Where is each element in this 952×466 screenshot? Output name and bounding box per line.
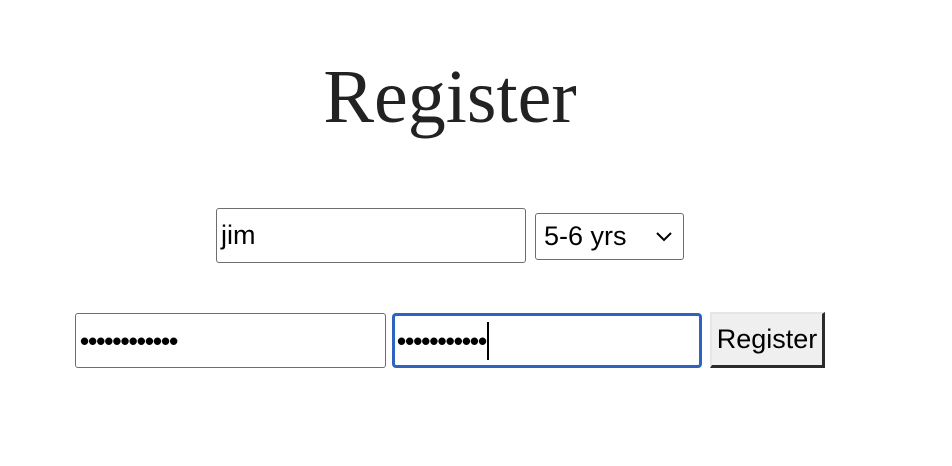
password-input[interactable]: •••••••••••• [75,313,386,368]
experience-selected-value: 5-6 yrs [544,221,627,251]
register-button[interactable]: Register [710,312,825,368]
confirm-password-masked-value: ••••••••••• [397,325,487,356]
experience-select[interactable]: 5-6 yrs [535,213,684,260]
confirm-password-input[interactable]: ••••••••••• [392,313,702,368]
password-masked-value: •••••••••••• [80,325,178,356]
username-input[interactable]: jim [216,208,526,263]
chevron-down-icon [656,231,672,241]
page-title: Register [323,55,577,139]
username-value: jim [221,220,256,250]
text-caret [487,321,490,360]
